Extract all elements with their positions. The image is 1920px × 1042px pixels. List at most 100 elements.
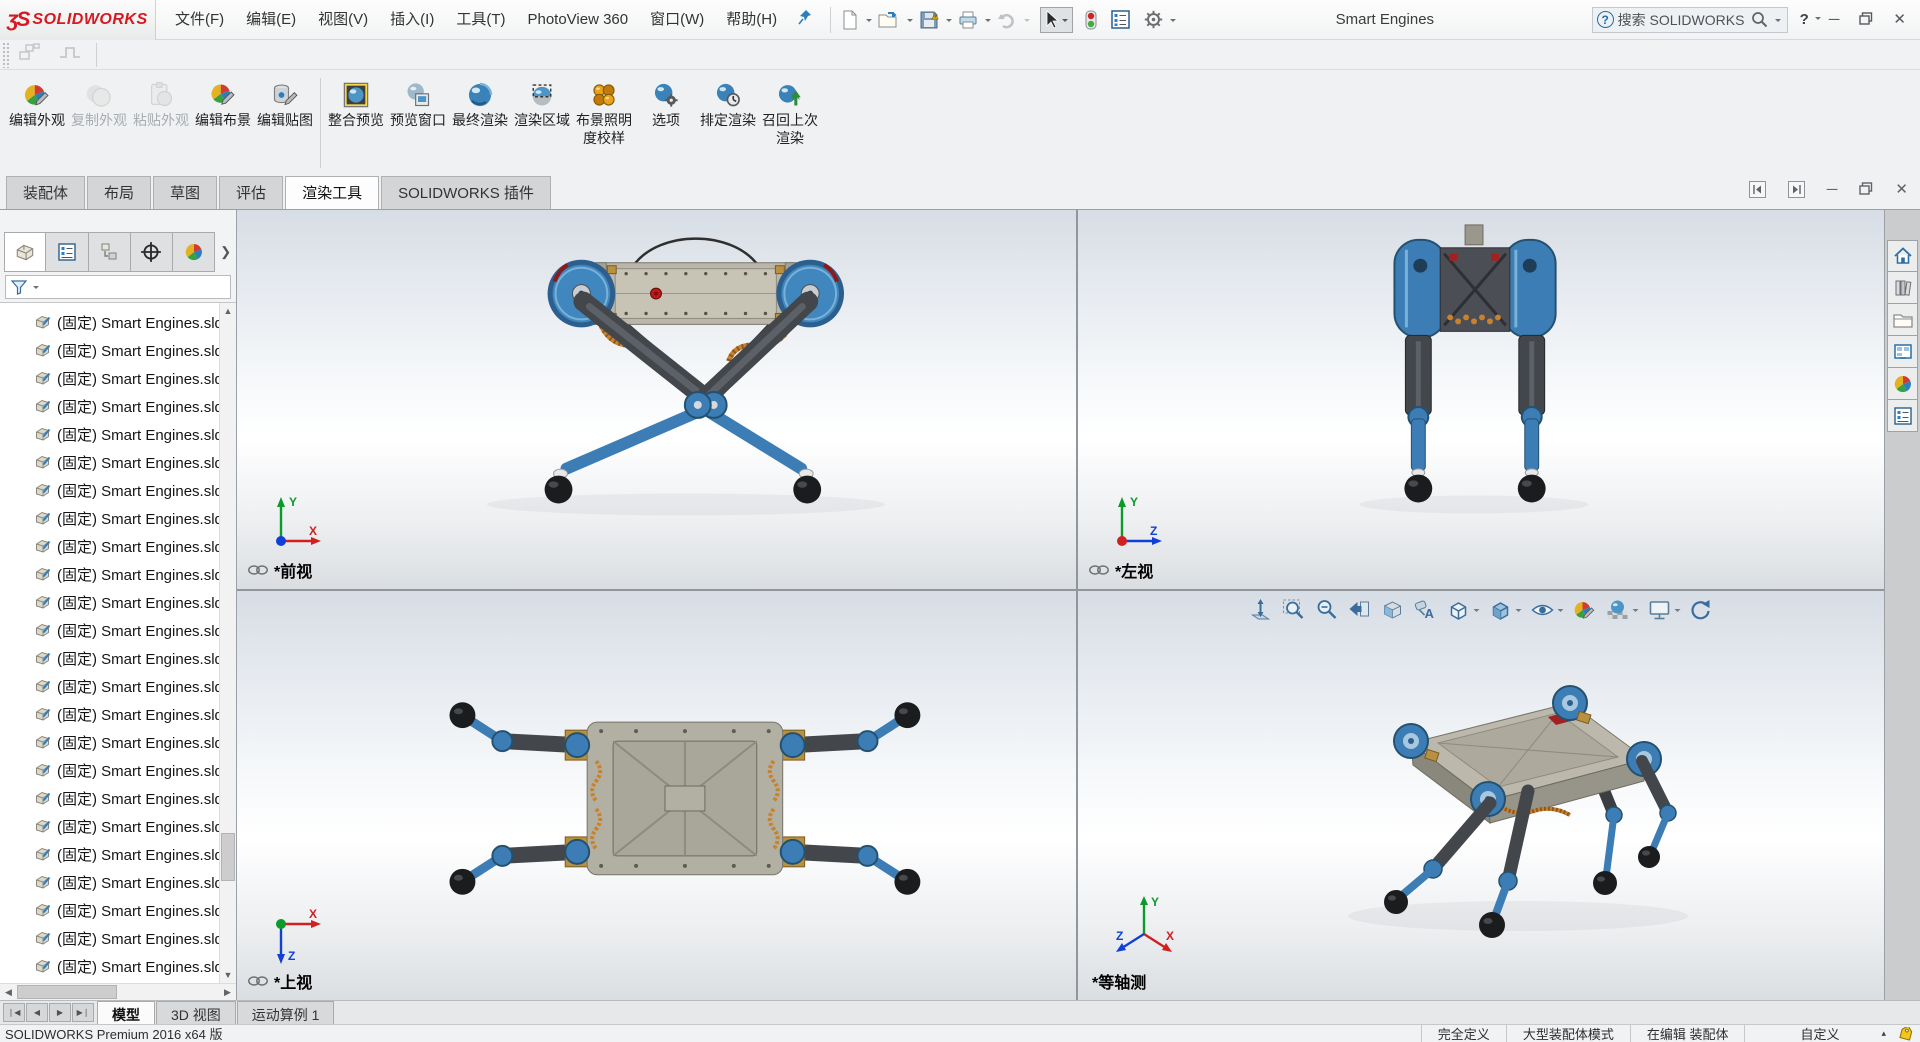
scroll-thumb[interactable] xyxy=(17,985,117,999)
tree-item[interactable]: (固定) Smart Engines.sld xyxy=(0,448,236,476)
zoom-in-out-button[interactable] xyxy=(1314,597,1340,623)
scroll-thumb[interactable] xyxy=(221,833,235,881)
view-orientation-button[interactable] xyxy=(1446,597,1481,623)
tree-item[interactable]: (固定) Smart Engines.sld xyxy=(0,308,236,336)
ribbon-preview-window-button[interactable]: 预览窗口 xyxy=(387,76,449,132)
menu-item[interactable]: 帮助(H) xyxy=(715,0,788,39)
design-library-tab[interactable] xyxy=(1887,272,1918,304)
dimxpert-manager-tab[interactable] xyxy=(131,232,173,272)
dropdown-caret[interactable] xyxy=(985,19,991,25)
interference-detection-icon[interactable] xyxy=(1083,7,1099,33)
tree-item[interactable]: (固定) Smart Engines.sld xyxy=(0,756,236,784)
command-tab[interactable]: 草图 xyxy=(153,176,217,209)
edit-appearance-button[interactable] xyxy=(1572,597,1598,623)
command-tab[interactable]: SOLIDWORKS 插件 xyxy=(381,176,551,209)
options-gear-icon[interactable] xyxy=(1142,7,1165,32)
tree-item[interactable]: (固定) Smart Engines.sld xyxy=(0,868,236,896)
viewport-front[interactable]: Y X *前视 xyxy=(237,210,1078,591)
tree-item[interactable]: (固定) Smart Engines.sld xyxy=(0,476,236,504)
tree-item[interactable]: (固定) Smart Engines.sld xyxy=(0,364,236,392)
first-tab-button[interactable]: ❘◀ xyxy=(3,1003,25,1022)
menu-item[interactable]: 窗口(W) xyxy=(639,0,715,39)
display-style-button[interactable] xyxy=(1488,597,1523,623)
previous-tab-button[interactable]: ◀ xyxy=(26,1003,48,1022)
tree-item[interactable]: (固定) Smart Engines.sld xyxy=(0,812,236,840)
tree-filter-box[interactable] xyxy=(5,275,231,299)
dropdown-caret[interactable] xyxy=(907,19,913,25)
viewport-isometric[interactable]: A Y X Z *等轴测 xyxy=(1078,591,1884,1000)
select-tool-button[interactable] xyxy=(1040,7,1073,33)
custom-properties-tab[interactable] xyxy=(1887,400,1918,432)
property-manager-tab[interactable] xyxy=(46,232,88,272)
menu-item[interactable]: PhotoView 360 xyxy=(516,0,639,39)
tree-item[interactable]: (固定) Smart Engines.sld xyxy=(0,588,236,616)
restore-button[interactable] xyxy=(1859,12,1873,28)
search-scope-caret[interactable] xyxy=(1775,19,1781,25)
document-minimize-button[interactable]: ─ xyxy=(1827,182,1838,197)
ribbon-options-button[interactable]: 选项 xyxy=(635,76,697,132)
tree-vertical-scrollbar[interactable]: ▲ ▼ xyxy=(219,303,236,983)
document-tab[interactable]: 3D 视图 xyxy=(156,1001,236,1024)
tree-item[interactable]: (固定) Smart Engines.sld xyxy=(0,420,236,448)
feature-manager-tab[interactable] xyxy=(4,232,46,272)
ribbon-schedule-render-button[interactable]: 排定渲染 xyxy=(697,76,759,132)
tree-item[interactable]: (固定) Smart Engines.sld xyxy=(0,784,236,812)
dropdown-caret[interactable] xyxy=(1062,19,1068,25)
filter-caret[interactable] xyxy=(33,286,39,292)
search-icon[interactable] xyxy=(1751,11,1768,28)
help-search-box[interactable]: ? xyxy=(1592,7,1788,33)
help-button[interactable]: ? xyxy=(1800,12,1809,27)
rotate-view-button[interactable] xyxy=(1689,597,1715,623)
section-view-button[interactable] xyxy=(1380,597,1406,623)
file-explorer-tab[interactable] xyxy=(1887,304,1918,336)
view-settings-button[interactable] xyxy=(1647,597,1682,623)
tree-item[interactable]: (固定) Smart Engines.sld xyxy=(0,840,236,868)
tree-item[interactable]: (固定) Smart Engines.sld xyxy=(0,924,236,952)
ribbon-edit-scene-button[interactable]: 编辑布景 xyxy=(192,76,254,132)
close-button[interactable]: ✕ xyxy=(1893,12,1906,27)
command-tab[interactable]: 装配体 xyxy=(6,176,85,209)
previous-view-button[interactable] xyxy=(1347,597,1373,623)
document-tab[interactable]: 运动算例 1 xyxy=(237,1001,335,1024)
display-manager-tab[interactable] xyxy=(173,232,215,272)
design-checker-icon[interactable] xyxy=(1109,7,1132,32)
viewport-top[interactable]: X Z *上视 xyxy=(237,591,1078,1000)
save-icon[interactable] xyxy=(917,7,941,33)
toolbar-grip[interactable] xyxy=(2,42,10,68)
tree-item[interactable]: (固定) Smart Engines.sld xyxy=(0,392,236,420)
apply-scene-button[interactable] xyxy=(1605,597,1640,623)
document-tab[interactable]: 模型 xyxy=(97,1001,155,1024)
menu-item[interactable]: 插入(I) xyxy=(379,0,445,39)
tree-horizontal-scrollbar[interactable]: ◀ ▶ xyxy=(0,983,236,1000)
next-document-button[interactable] xyxy=(1788,181,1805,198)
ribbon-render-region-button[interactable]: 渲染区域 xyxy=(511,76,573,132)
tree-item[interactable]: (固定) Smart Engines.sld xyxy=(0,952,236,980)
pin-menu-icon[interactable] xyxy=(798,9,812,30)
tree-item[interactable]: (固定) Smart Engines.sld xyxy=(0,644,236,672)
panel-tabs-overflow-button[interactable]: ❯ xyxy=(215,232,236,272)
dropdown-caret[interactable] xyxy=(946,19,952,25)
last-tab-button[interactable]: ▶❘ xyxy=(72,1003,94,1022)
scroll-left-arrow[interactable]: ◀ xyxy=(0,984,17,1000)
status-custom-caret[interactable]: ▴ xyxy=(1881,1028,1886,1039)
tree-item[interactable]: (固定) Smart Engines.sld xyxy=(0,616,236,644)
minimize-button[interactable]: ─ xyxy=(1829,12,1840,27)
view-palette-tab[interactable] xyxy=(1887,336,1918,368)
command-tab[interactable]: 评估 xyxy=(219,176,283,209)
tree-item[interactable]: (固定) Smart Engines.sld xyxy=(0,728,236,756)
scroll-down-arrow[interactable]: ▼ xyxy=(220,967,236,983)
scroll-right-arrow[interactable]: ▶ xyxy=(219,984,236,1000)
menu-item[interactable]: 视图(V) xyxy=(307,0,379,39)
ribbon-integrated-preview-button[interactable]: 整合预览 xyxy=(325,76,387,132)
viewport-left[interactable]: Y Z *左视 xyxy=(1078,210,1884,591)
ribbon-scene-illumination-proof-button[interactable]: 布景照明度校样 xyxy=(573,76,635,150)
command-tab[interactable]: 布局 xyxy=(87,176,151,209)
ribbon-edit-decal-button[interactable]: 编辑贴图 xyxy=(254,76,316,132)
hide-show-items-button[interactable] xyxy=(1530,597,1565,623)
menu-item[interactable]: 工具(T) xyxy=(445,0,516,39)
zoom-to-fit-button[interactable] xyxy=(1248,597,1274,623)
print-icon[interactable] xyxy=(956,8,980,32)
menu-item[interactable]: 文件(F) xyxy=(164,0,235,39)
search-input[interactable] xyxy=(1618,12,1747,28)
configuration-manager-tab[interactable] xyxy=(89,232,131,272)
